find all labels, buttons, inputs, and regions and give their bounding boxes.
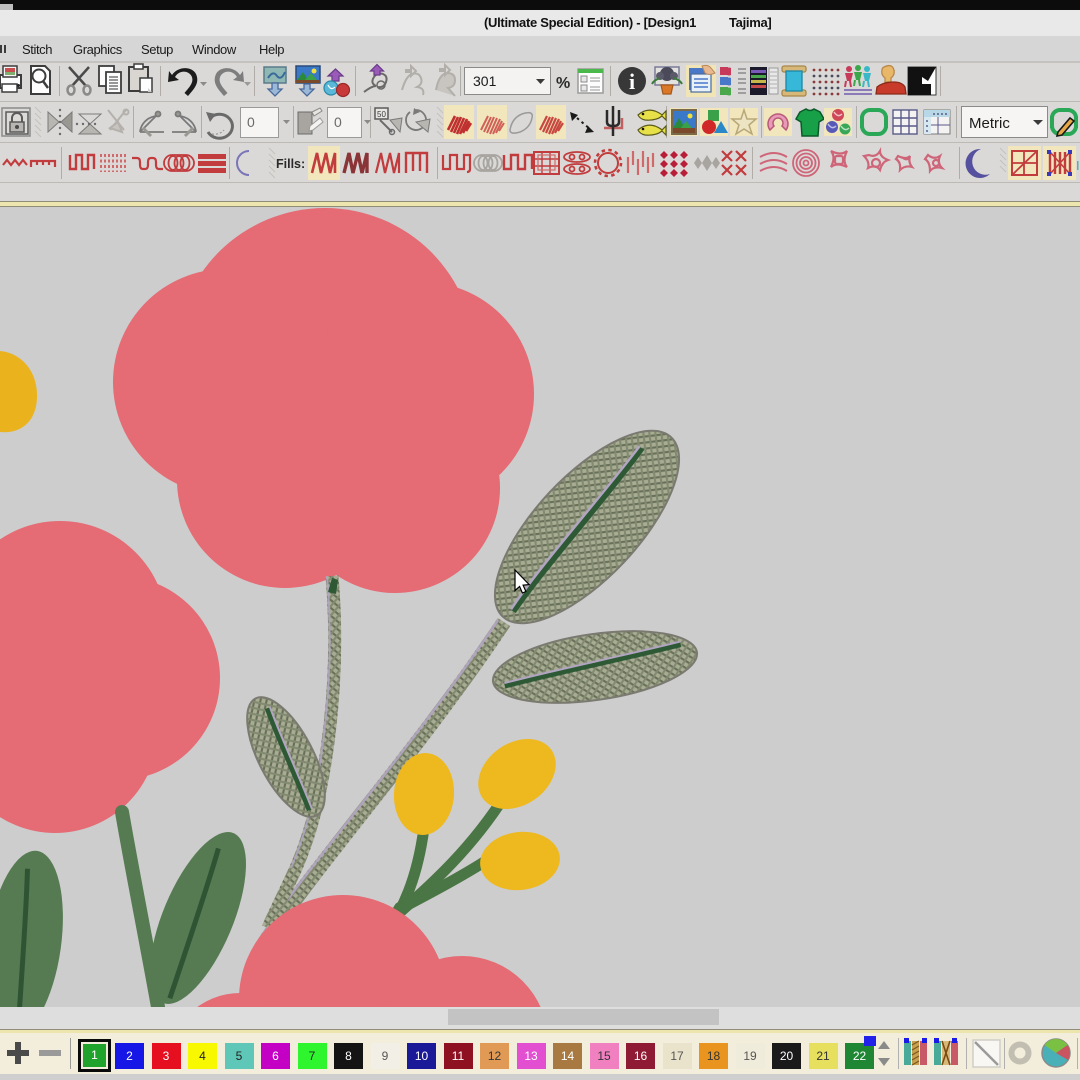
svg-text:i: i bbox=[629, 69, 635, 94]
svg-text:301: 301 bbox=[473, 73, 497, 89]
svg-text:Fills:: Fills: bbox=[276, 157, 305, 171]
svg-text:0: 0 bbox=[334, 114, 342, 130]
svg-text:50: 50 bbox=[377, 110, 386, 119]
svg-text:%: % bbox=[556, 75, 570, 92]
svg-text:Metric: Metric bbox=[969, 115, 1010, 132]
svg-text:0: 0 bbox=[247, 114, 255, 130]
svg-text:I: I bbox=[1076, 158, 1080, 173]
